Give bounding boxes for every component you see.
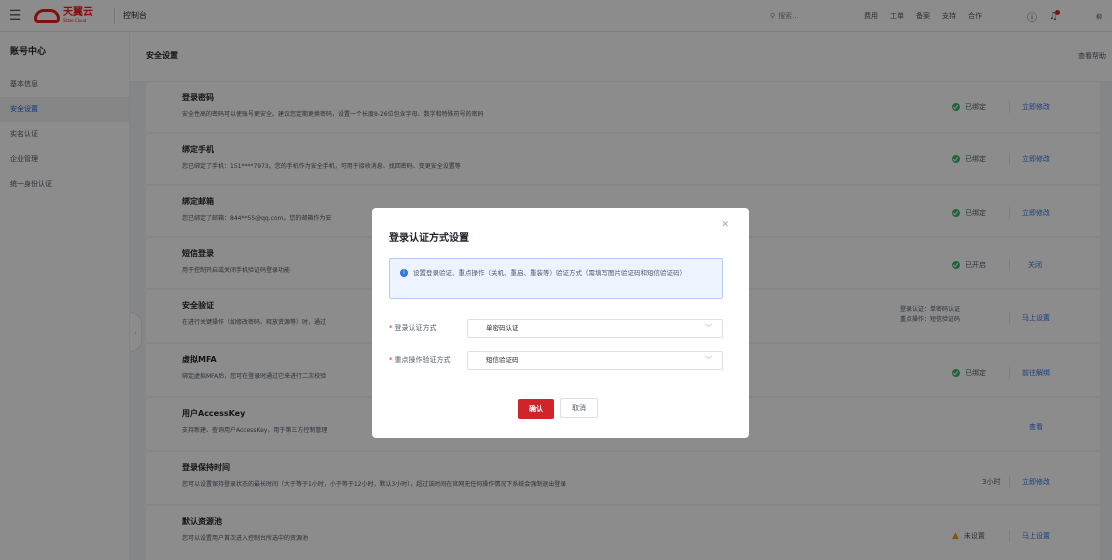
info-alert: i 设置登录验证、重点操作（关机、重启、重装等）验证方式（需填写图片验证码和短信… bbox=[389, 258, 723, 299]
close-icon[interactable]: ✕ bbox=[721, 220, 729, 230]
info-text: 设置登录验证、重点操作（关机、重启、重装等）验证方式（需填写图片验证码和短信验证… bbox=[413, 269, 686, 277]
field-label: * 登录认证方式 bbox=[389, 324, 437, 332]
confirm-button[interactable]: 确认 bbox=[518, 399, 554, 419]
key-op-auth-select[interactable]: 短信验证码 ﹀ bbox=[467, 351, 723, 370]
select-value: 短信验证码 bbox=[486, 356, 519, 364]
key-op-auth-field: * 重点操作验证方式 短信验证码 ﹀ bbox=[389, 351, 725, 370]
login-auth-select[interactable]: 单密码认证 ﹀ bbox=[467, 319, 723, 338]
cancel-button[interactable]: 取消 bbox=[560, 398, 598, 418]
select-value: 单密码认证 bbox=[486, 324, 519, 332]
login-auth-modal: 登录认证方式设置 ✕ i 设置登录验证、重点操作（关机、重启、重装等）验证方式（… bbox=[372, 208, 749, 438]
field-label: * 重点操作验证方式 bbox=[389, 356, 451, 364]
chevron-down-icon: ﹀ bbox=[705, 356, 712, 364]
chevron-down-icon: ﹀ bbox=[705, 324, 712, 332]
info-icon: i bbox=[400, 269, 408, 277]
modal-title: 登录认证方式设置 bbox=[389, 233, 469, 244]
login-auth-field: * 登录认证方式 单密码认证 ﹀ bbox=[389, 319, 725, 338]
